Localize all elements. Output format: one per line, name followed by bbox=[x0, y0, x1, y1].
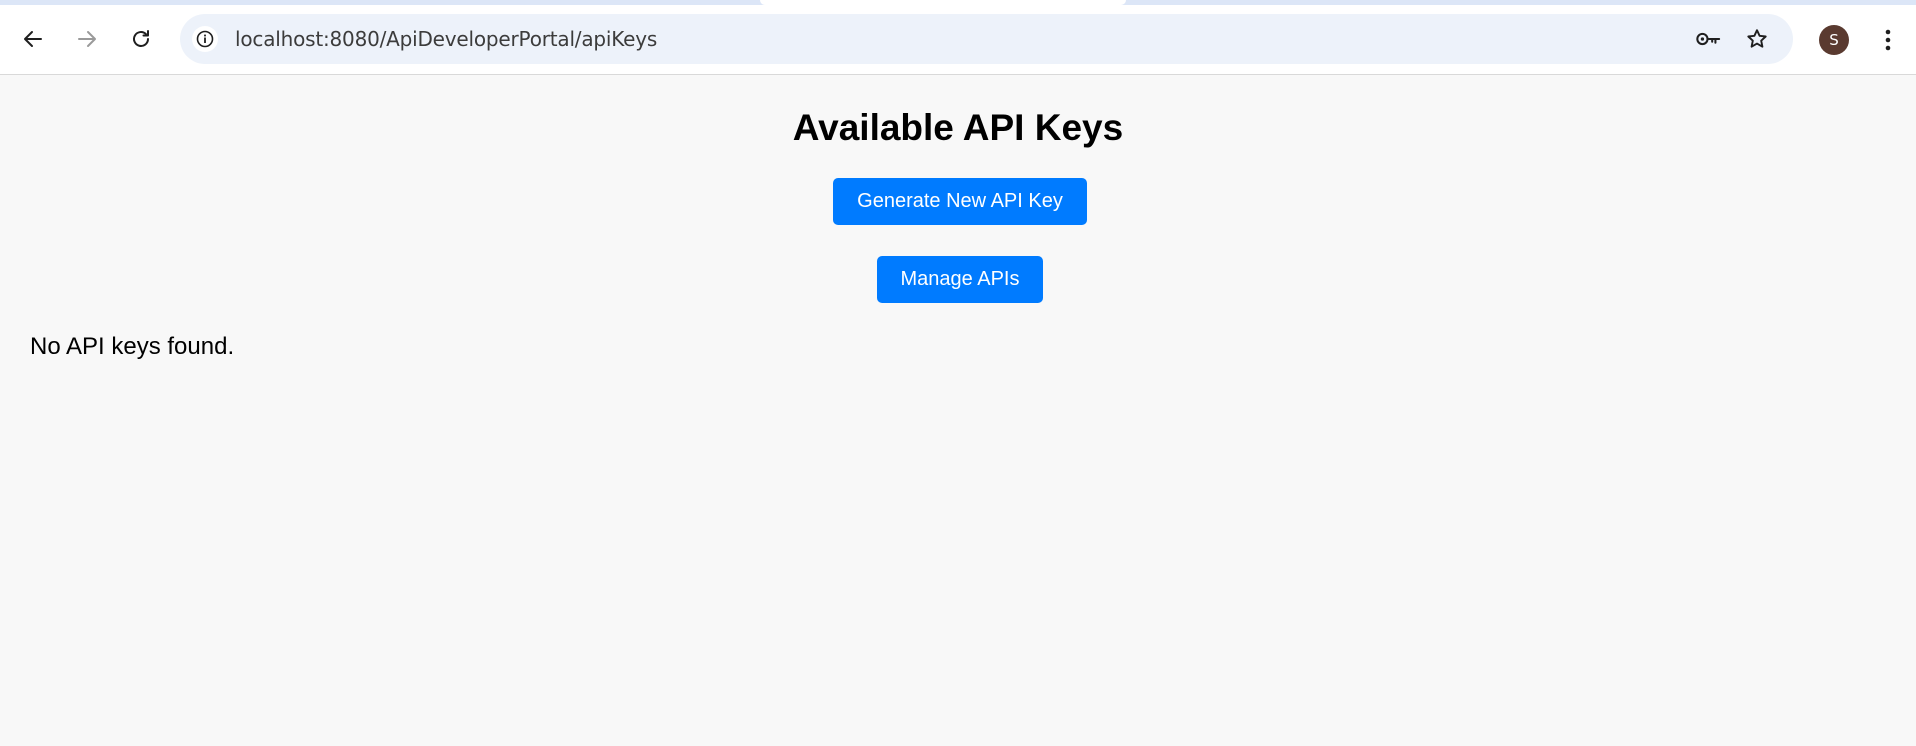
kebab-menu-icon bbox=[1885, 29, 1891, 51]
info-icon bbox=[196, 30, 214, 48]
password-manager-button[interactable] bbox=[1695, 26, 1721, 52]
bookmark-button[interactable] bbox=[1744, 26, 1770, 52]
page-content: Available API Keys Generate New API Key … bbox=[0, 75, 1916, 746]
star-icon bbox=[1747, 29, 1767, 48]
address-bar[interactable]: localhost:8080/ApiDeveloperPortal/apiKey… bbox=[180, 14, 1793, 64]
page-title: Available API Keys bbox=[792, 107, 1124, 148]
reload-button[interactable] bbox=[123, 21, 159, 57]
browser-toolbar: localhost:8080/ApiDeveloperPortal/apiKey… bbox=[0, 0, 1916, 75]
empty-state-message: No API keys found. bbox=[30, 333, 235, 360]
tab-strip bbox=[0, 0, 1916, 5]
profile-avatar[interactable]: S bbox=[1819, 25, 1849, 55]
generate-api-key-button[interactable]: Generate New API Key bbox=[833, 178, 1087, 225]
manage-apis-button[interactable]: Manage APIs bbox=[877, 256, 1043, 303]
forward-button[interactable] bbox=[69, 21, 105, 57]
key-icon bbox=[1696, 32, 1721, 46]
arrow-right-icon bbox=[78, 31, 96, 47]
back-button[interactable] bbox=[15, 21, 51, 57]
url-text[interactable]: localhost:8080/ApiDeveloperPortal/apiKey… bbox=[235, 28, 657, 50]
browser-menu-button[interactable] bbox=[1870, 22, 1906, 58]
active-tab[interactable] bbox=[760, 0, 1126, 5]
arrow-left-icon bbox=[24, 31, 42, 47]
reload-icon bbox=[133, 30, 149, 47]
site-info-button[interactable] bbox=[192, 26, 218, 52]
